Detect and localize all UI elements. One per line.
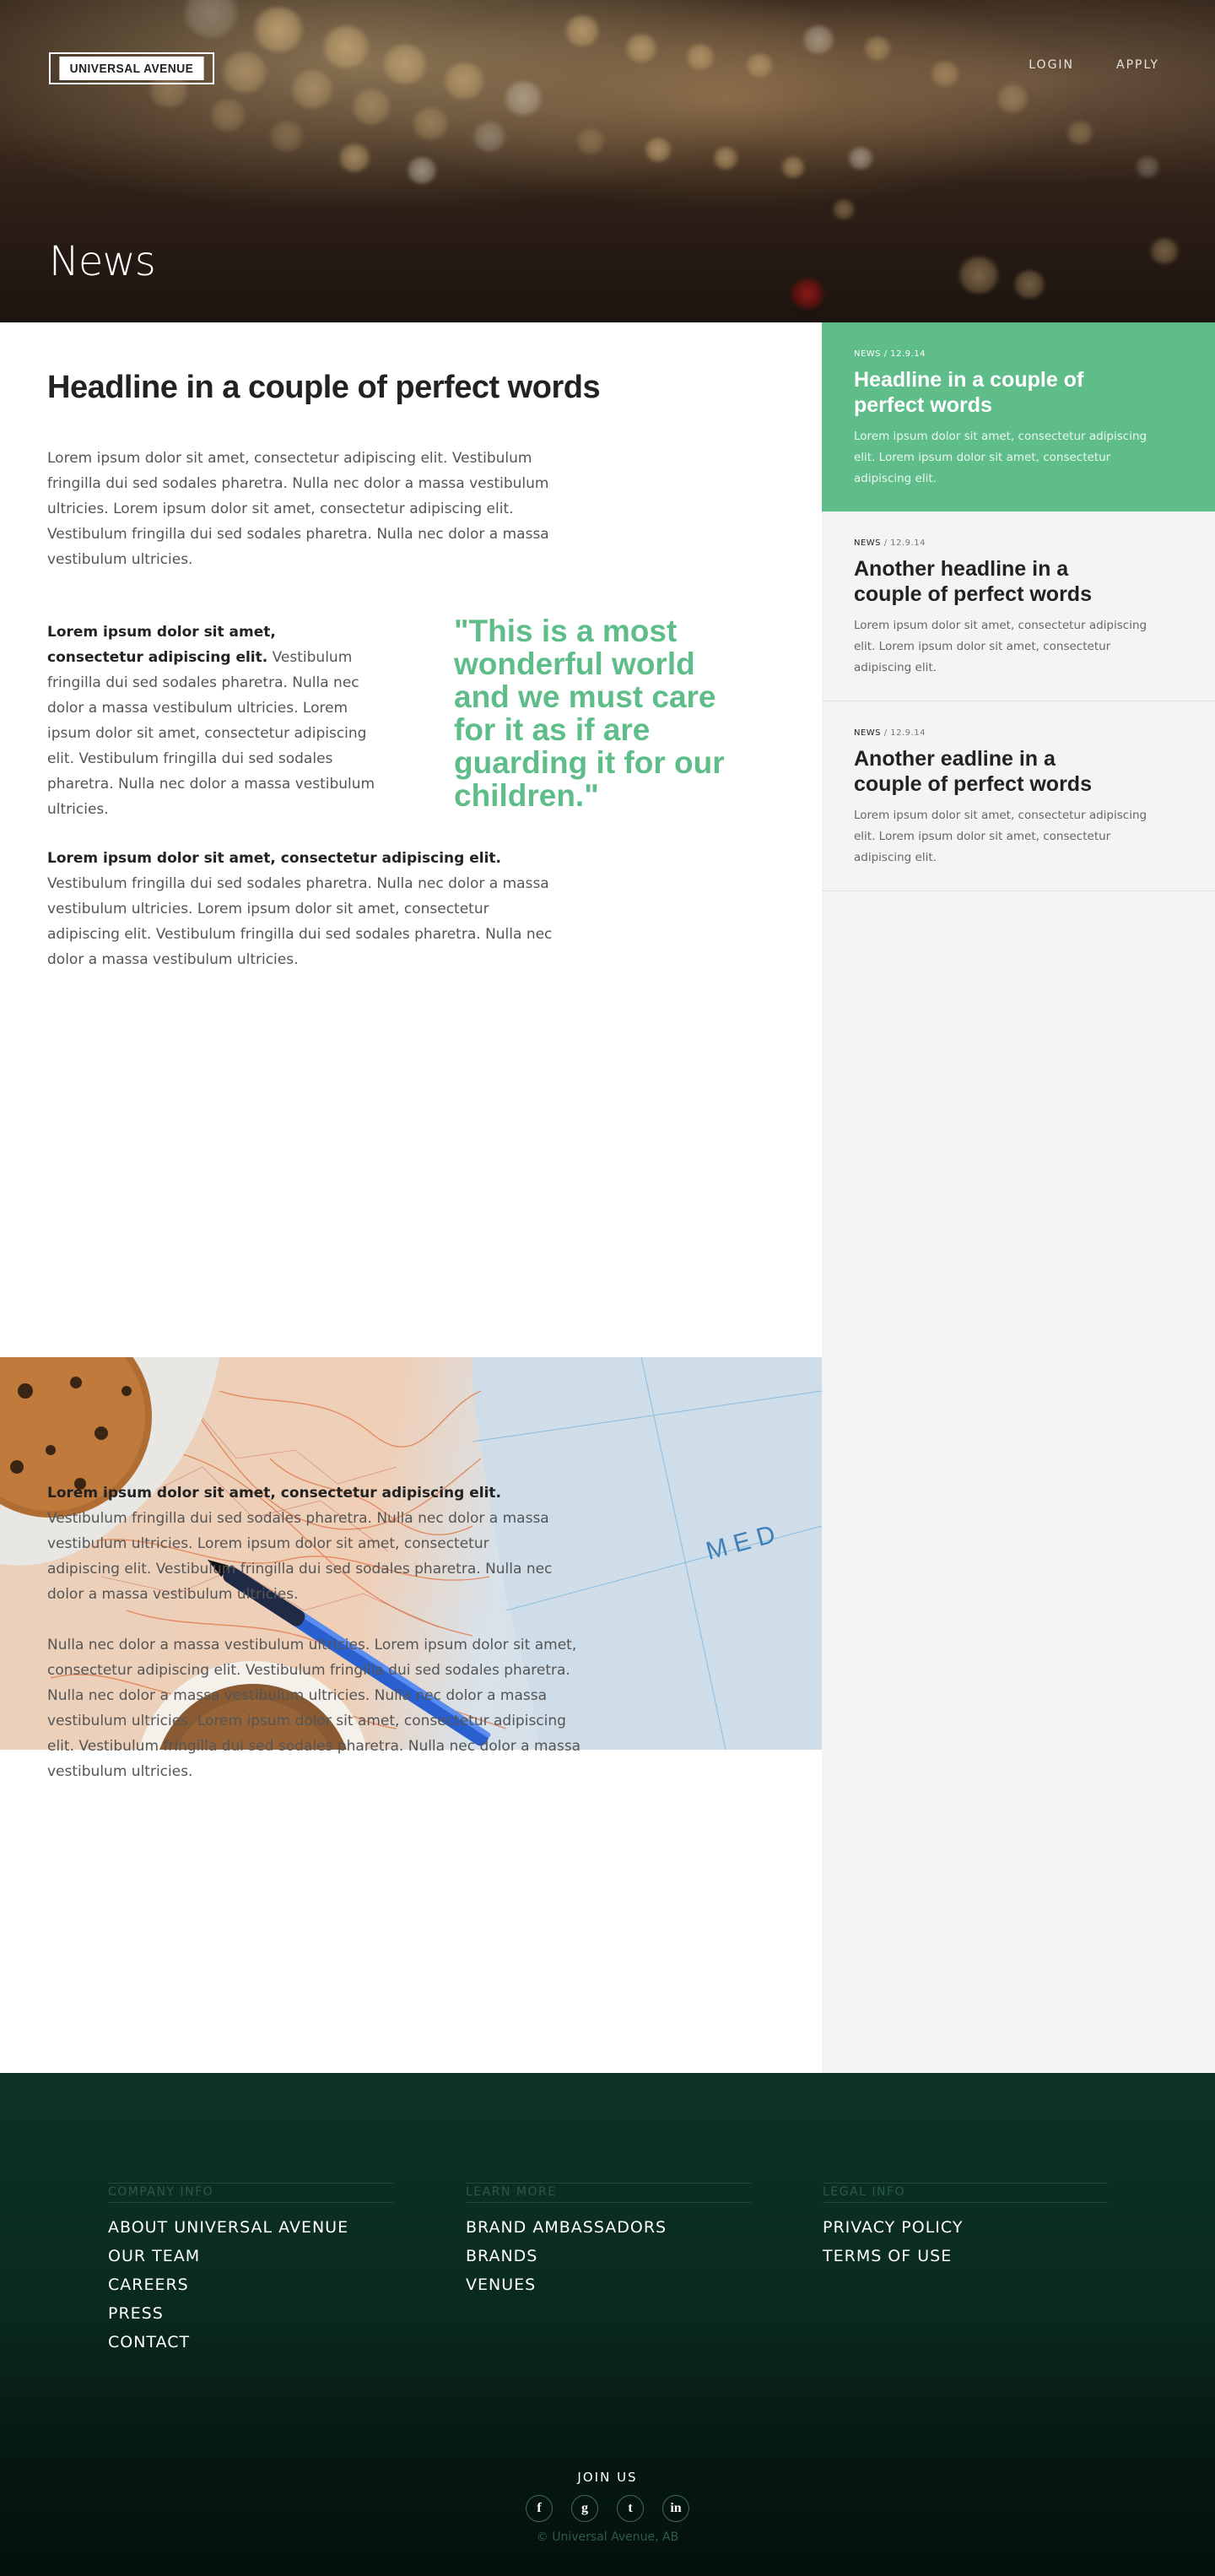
paragraph-lead: Lorem ipsum dolor sit amet, consectetur …	[47, 850, 501, 867]
news-card-excerpt: Lorem ipsum dolor sit amet, consectetur …	[854, 430, 1148, 485]
footer-link-team[interactable]: OUR TEAM	[108, 2242, 393, 2270]
paragraph-lead: Lorem ipsum dolor sit amet, consectetur …	[47, 1485, 501, 1502]
news-card-active[interactable]: NEWS / 12.9.14 Headline in a couple of p…	[822, 322, 1215, 511]
footer-link-brand-ambassadors[interactable]: BRAND AMBASSADORS	[466, 2213, 751, 2242]
hero-shade	[0, 0, 1215, 322]
paragraph-lead: Lorem ipsum dolor sit amet, consectetur …	[47, 624, 276, 666]
footer-link-careers[interactable]: CAREERS	[108, 2270, 393, 2299]
article-headline: Headline in a couple of perfect words	[47, 370, 601, 405]
footer-link-privacy[interactable]: PRIVACY POLICY	[823, 2213, 1108, 2242]
news-card-title[interactable]: Another eadline in a couple of perfect w…	[854, 746, 1099, 797]
google-icon[interactable]: g	[571, 2495, 598, 2522]
article-paragraph: Lorem ipsum dolor sit amet, consectetur …	[47, 450, 549, 568]
footer-link-contact[interactable]: CONTACT	[108, 2328, 393, 2357]
footer-column-heading: COMPANY INFO	[108, 2183, 393, 2203]
news-card-meta: NEWS / 12.9.14	[854, 538, 1183, 548]
footer-link-press[interactable]: PRESS	[108, 2299, 393, 2328]
article-paragraph: Lorem ipsum dolor sit amet, consectetur …	[47, 620, 376, 822]
facebook-icon[interactable]: f	[526, 2495, 553, 2522]
news-card-meta: NEWS / 12.9.14	[854, 349, 1183, 359]
footer-link-list: PRIVACY POLICY TERMS OF USE	[823, 2213, 1108, 2270]
linkedin-icon[interactable]: in	[662, 2495, 689, 2522]
news-date: / 12.9.14	[881, 538, 926, 548]
article-paragraph: Lorem ipsum dolor sit amet, consectetur …	[47, 846, 554, 972]
paragraph-body: Vestibulum fringilla dui sed sodales pha…	[47, 649, 375, 818]
twitter-icon[interactable]: t	[617, 2495, 644, 2522]
footer-column-legal: LEGAL INFO PRIVACY POLICY TERMS OF USE	[823, 2183, 1108, 2270]
footer-link-list: BRAND AMBASSADORS BRANDS VENUES	[466, 2213, 751, 2299]
top-navigation: LOGIN APPLY	[1029, 58, 1159, 72]
page-title: News	[49, 238, 156, 285]
footer-column-company: COMPANY INFO ABOUT UNIVERSAL AVENUE OUR …	[108, 2183, 393, 2357]
logo-text: UNIVERSAL AVENUE	[59, 57, 204, 80]
news-date: / 12.9.14	[881, 349, 926, 359]
news-card-excerpt: Lorem ipsum dolor sit amet, consectetur …	[854, 619, 1148, 674]
hero-banner: UNIVERSAL AVENUE LOGIN APPLY News	[0, 0, 1215, 322]
news-card-title[interactable]: Another headline in a couple of perfect …	[854, 556, 1099, 607]
paragraph-body: Vestibulum fringilla dui sed sodales pha…	[47, 1510, 553, 1603]
footer-column-heading: LEARN MORE	[466, 2183, 751, 2203]
pull-quote: "This is a most wonderful world and we m…	[454, 614, 725, 813]
footer-column-heading: LEGAL INFO	[823, 2183, 1108, 2203]
footer-link-brands[interactable]: BRANDS	[466, 2242, 751, 2270]
site-logo[interactable]: UNIVERSAL AVENUE	[49, 52, 214, 84]
copyright-text: © Universal Avenue, AB	[536, 2530, 679, 2544]
login-link[interactable]: LOGIN	[1029, 58, 1074, 72]
join-us-label: JOIN US	[577, 2470, 638, 2485]
site-footer: COMPANY INFO ABOUT UNIVERSAL AVENUE OUR …	[0, 2073, 1215, 2576]
news-category: NEWS	[854, 349, 882, 359]
footer-link-about[interactable]: ABOUT UNIVERSAL AVENUE	[108, 2213, 393, 2242]
news-card-meta: NEWS / 12.9.14	[854, 728, 1183, 738]
footer-link-venues[interactable]: VENUES	[466, 2270, 751, 2299]
news-card-excerpt: Lorem ipsum dolor sit amet, consectetur …	[854, 809, 1148, 864]
news-date: / 12.9.14	[881, 728, 926, 738]
news-card-title[interactable]: Headline in a couple of perfect words	[854, 367, 1099, 418]
news-category: NEWS	[854, 728, 882, 738]
social-links: f g t in	[0, 2495, 1215, 2522]
paragraph-body: Vestibulum fringilla dui sed sodales pha…	[47, 875, 553, 968]
article-paragraph: Lorem ipsum dolor sit amet, consectetur …	[47, 1480, 554, 1607]
related-news-sidebar: NEWS / 12.9.14 Headline in a couple of p…	[822, 322, 1215, 2073]
article-paragraph: Nulla nec dolor a massa vestibulum ultri…	[47, 1637, 581, 1780]
footer-link-terms[interactable]: TERMS OF USE	[823, 2242, 1108, 2270]
news-card[interactable]: NEWS / 12.9.14 Another eadline in a coup…	[822, 701, 1215, 891]
apply-link[interactable]: APPLY	[1116, 58, 1159, 72]
footer-column-learn-more: LEARN MORE BRAND AMBASSADORS BRANDS VENU…	[466, 2183, 751, 2299]
footer-link-list: ABOUT UNIVERSAL AVENUE OUR TEAM CAREERS …	[108, 2213, 393, 2357]
news-card[interactable]: NEWS / 12.9.14 Another headline in a cou…	[822, 511, 1215, 701]
news-category: NEWS	[854, 538, 882, 548]
